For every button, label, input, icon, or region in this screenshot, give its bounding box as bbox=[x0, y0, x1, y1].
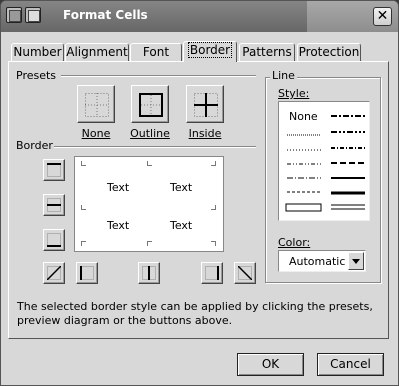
help-text: The selected border style can be applied… bbox=[17, 300, 373, 327]
border-diagonal-down-icon bbox=[238, 266, 252, 280]
tab-font[interactable]: Font bbox=[130, 43, 182, 61]
preview-text: Text bbox=[107, 219, 130, 232]
border-top-icon bbox=[47, 163, 61, 177]
border-diagonal-up-icon bbox=[47, 266, 61, 280]
tab-number[interactable]: Number bbox=[11, 43, 64, 61]
ok-button[interactable]: OK bbox=[237, 353, 304, 376]
preview-corner-mark bbox=[211, 205, 216, 210]
presets-separator bbox=[61, 75, 256, 77]
preview-text: Text bbox=[170, 219, 193, 232]
border-left-icon bbox=[80, 266, 94, 280]
border-preview[interactable]: Text Text Text Text bbox=[74, 156, 224, 252]
line-style-samples[interactable] bbox=[279, 102, 371, 222]
presets-group-label: Presets bbox=[16, 69, 57, 82]
window-menu-icon[interactable] bbox=[6, 7, 22, 23]
preset-none-button[interactable] bbox=[77, 85, 115, 123]
preset-outline-button[interactable] bbox=[131, 85, 169, 123]
border-middle-vertical-icon bbox=[142, 266, 156, 280]
preset-none-label: None bbox=[81, 127, 111, 140]
border-bottom-button[interactable] bbox=[43, 229, 65, 251]
window-icon[interactable] bbox=[25, 7, 41, 23]
preview-corner-mark bbox=[81, 241, 86, 246]
tab-alignment[interactable]: Alignment bbox=[65, 43, 129, 61]
style-label: Style: bbox=[278, 87, 310, 100]
preview-text: Text bbox=[107, 181, 130, 194]
border-diagonal-down-button[interactable] bbox=[234, 262, 256, 284]
border-outline-icon bbox=[139, 93, 163, 117]
tab-patterns[interactable]: Patterns bbox=[239, 43, 295, 61]
border-left-button[interactable] bbox=[76, 262, 98, 284]
border-inside-icon bbox=[194, 93, 218, 117]
tab-border[interactable]: Border bbox=[183, 41, 237, 62]
border-top-button[interactable] bbox=[43, 159, 65, 181]
dropdown-arrow-icon[interactable] bbox=[348, 252, 364, 270]
preview-corner-mark bbox=[211, 161, 216, 166]
line-group-label: Line bbox=[270, 69, 297, 82]
border-separator bbox=[54, 146, 256, 148]
dialog-title: Format Cells bbox=[63, 8, 148, 22]
tab-protection[interactable]: Protection bbox=[297, 43, 361, 61]
preview-text: Text bbox=[170, 181, 193, 194]
color-label: Color: bbox=[278, 236, 311, 249]
preview-corner-mark bbox=[81, 205, 86, 210]
preset-inside-button[interactable] bbox=[186, 85, 224, 123]
preview-corner-mark bbox=[211, 241, 216, 246]
preset-outline-label: Outline bbox=[130, 127, 170, 140]
preview-corner-mark bbox=[81, 161, 86, 166]
border-bottom-icon bbox=[47, 233, 61, 247]
preset-inside-label: Inside bbox=[188, 127, 222, 140]
border-middle-vertical-button[interactable] bbox=[138, 262, 160, 284]
preview-corner-mark bbox=[147, 161, 152, 166]
border-middle-horizontal-icon bbox=[47, 198, 61, 212]
border-middle-horizontal-button[interactable] bbox=[43, 194, 65, 216]
cancel-button[interactable]: Cancel bbox=[317, 353, 384, 376]
border-group-label: Border bbox=[16, 139, 53, 152]
line-style-list[interactable]: None bbox=[278, 101, 370, 221]
color-dropdown[interactable]: Automatic bbox=[278, 250, 366, 272]
title-bar: Format Cells ✕ bbox=[1, 1, 398, 32]
preview-corner-mark bbox=[147, 241, 152, 246]
border-right-icon bbox=[205, 266, 219, 280]
border-diagonal-up-button[interactable] bbox=[43, 262, 65, 284]
border-right-button[interactable] bbox=[201, 262, 223, 284]
close-button[interactable]: ✕ bbox=[373, 7, 392, 26]
border-none-icon bbox=[85, 93, 109, 117]
format-cells-dialog: Format Cells ✕ Number Alignment Font Bor… bbox=[0, 0, 399, 386]
color-value: Automatic bbox=[289, 255, 346, 268]
